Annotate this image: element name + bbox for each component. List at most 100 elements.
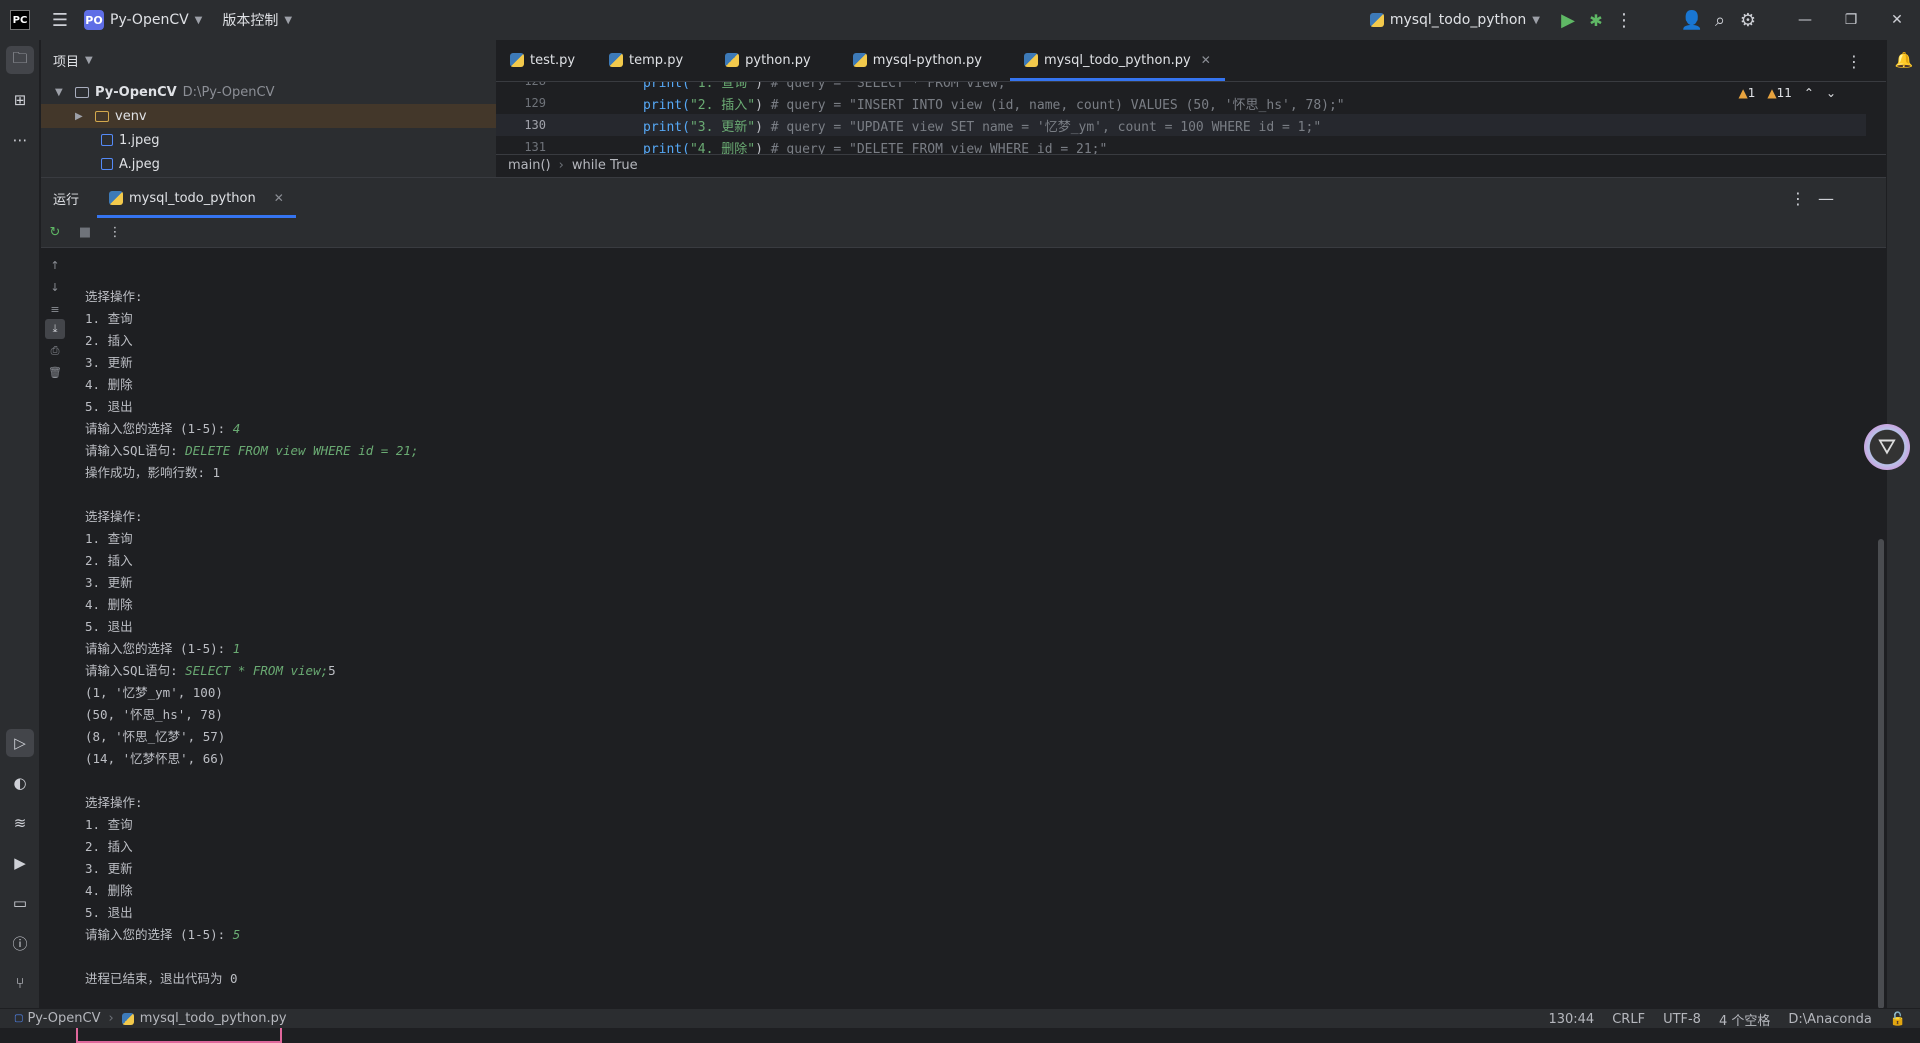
chevron-right-icon: ›: [558, 158, 564, 173]
project-tool-icon[interactable]: 🗀: [6, 46, 34, 74]
tab-temp-py[interactable]: temp.py: [595, 40, 697, 81]
status-interpreter[interactable]: D:\Anaconda: [1788, 1012, 1871, 1027]
breadcrumb-item[interactable]: while True: [572, 158, 638, 173]
python-console-icon[interactable]: ◐: [6, 769, 34, 797]
chevron-down-icon[interactable]: ⌄: [1826, 86, 1836, 100]
minimize-icon[interactable]: —: [1782, 6, 1828, 34]
console-line: 请输入您的选择 (1-5): 4: [85, 418, 1825, 440]
vcs-menu[interactable]: 版本控制 ▼: [222, 10, 292, 30]
python-file-icon: [510, 53, 524, 67]
project-panel-header[interactable]: 项目 ▼: [41, 40, 496, 80]
console-line: 请输入您的选择 (1-5): 5: [85, 924, 1825, 946]
project-square-icon: ▢: [14, 1013, 24, 1024]
run-icon[interactable]: ▶: [1554, 6, 1582, 34]
terminal-icon[interactable]: ▭: [6, 889, 34, 917]
status-bar: ▢ Py-OpenCV › mysql_todo_python.py 130:4…: [0, 1008, 1920, 1029]
console-text: 进程已结束，退出代码为 0: [85, 971, 238, 986]
hide-panel-icon[interactable]: —: [1818, 189, 1834, 208]
console-line: (8, '怀思_忆梦', 57): [85, 726, 1825, 748]
project-selector[interactable]: PO Py-OpenCV ▼: [84, 10, 202, 30]
scroll-to-end-icon[interactable]: ⤓: [45, 319, 65, 339]
tab-mysql-python-py[interactable]: mysql-python.py: [839, 40, 996, 81]
python-file-icon: [121, 1012, 134, 1025]
close-icon[interactable]: ✕: [1874, 6, 1920, 34]
console-line: (1, '忆梦_ym', 100): [85, 682, 1825, 704]
chevron-up-icon[interactable]: ⌃: [1804, 86, 1814, 100]
ai-assistant-icon[interactable]: ⛛: [1864, 424, 1910, 470]
soft-wrap-icon[interactable]: ≡: [45, 299, 65, 319]
inspection-widget[interactable]: ▲1 ▲11 ⌃ ⌄: [1738, 86, 1836, 100]
code-fn: print(: [643, 141, 690, 155]
run-toolbar-more-icon[interactable]: ⋮: [107, 225, 123, 240]
add-user-icon[interactable]: 👤: [1678, 6, 1706, 34]
tree-item-file[interactable]: A.jpeg: [41, 152, 496, 176]
print-icon[interactable]: ⎙: [45, 341, 65, 361]
run-more-icon[interactable]: ⋮: [1790, 189, 1806, 208]
run-config-selector[interactable]: mysql_todo_python ▼: [1369, 12, 1540, 28]
close-run-tab-icon[interactable]: ✕: [274, 191, 284, 205]
console-text: 3. 更新: [85, 355, 133, 370]
tree-item-file[interactable]: 1.jpeg: [41, 128, 496, 152]
editor: test.py temp.py python.py mysql-python.p…: [496, 40, 1886, 177]
rerun-icon[interactable]: ↻: [47, 225, 63, 240]
console-line: 5. 退出: [85, 616, 1825, 638]
status-file[interactable]: mysql_todo_python.py: [140, 1011, 287, 1026]
status-line-separator[interactable]: CRLF: [1612, 1012, 1645, 1027]
more-icon[interactable]: ⋮: [1610, 6, 1638, 34]
tab-mysql-todo-python-py[interactable]: mysql_todo_python.py ✕: [1009, 40, 1225, 81]
console-text: 4. 删除: [85, 883, 133, 898]
structure-tool-icon[interactable]: ⊞: [6, 86, 34, 114]
console-text: 2. 插入: [85, 333, 133, 348]
status-encoding[interactable]: UTF-8: [1663, 1012, 1701, 1027]
console-line: (14, '忆梦怀思', 66): [85, 748, 1825, 770]
run-tab[interactable]: mysql_todo_python ✕: [97, 178, 296, 218]
console-text: 请输入SQL语句:: [85, 443, 186, 458]
python-icon: [1369, 13, 1384, 27]
more-tools-icon[interactable]: ⋯: [6, 126, 34, 154]
console-scrollbar[interactable]: [1878, 539, 1884, 1009]
status-indent[interactable]: 4 个空格: [1719, 1010, 1770, 1029]
problems-icon[interactable]: ⓘ: [6, 929, 34, 957]
services-icon[interactable]: ▶: [6, 849, 34, 877]
console-line: 请输入SQL语句: SELECT * FROM view;5: [85, 660, 1825, 682]
console-text: (14, '忆梦怀思', 66): [85, 751, 226, 766]
console-line: 请输入您的选择 (1-5): 1: [85, 638, 1825, 660]
maximize-icon[interactable]: ❐: [1828, 6, 1874, 34]
run-tool-icon[interactable]: ▷: [6, 729, 34, 757]
console-text: 2. 插入: [85, 839, 133, 854]
tab-label: test.py: [530, 52, 576, 68]
python-file-icon: [725, 53, 740, 67]
settings-icon[interactable]: ⚙: [1734, 6, 1762, 34]
close-tab-icon[interactable]: ✕: [1201, 53, 1211, 67]
search-icon[interactable]: ⌕: [1706, 6, 1734, 34]
console-line: 1. 查询: [85, 308, 1825, 330]
layers-icon[interactable]: ≋: [6, 809, 34, 837]
status-project[interactable]: Py-OpenCV: [27, 1011, 100, 1026]
git-icon[interactable]: ⑂: [6, 969, 34, 997]
console-text: 请输入您的选择 (1-5):: [85, 927, 233, 942]
project-name: Py-OpenCV: [110, 12, 189, 28]
code-area[interactable]: 128 print("1. 查询") # query = "SELECT * F…: [496, 82, 1886, 154]
tabs-more-icon[interactable]: ⋮: [1846, 52, 1862, 71]
scroll-down-icon[interactable]: ↓: [45, 277, 65, 297]
run-toolbar: ↻ ■ ⋮: [41, 218, 1886, 248]
tab-python-py[interactable]: python.py: [711, 40, 825, 81]
notifications-icon[interactable]: 🔔: [1890, 46, 1918, 74]
lock-icon[interactable]: 🔓: [1890, 1012, 1906, 1027]
tab-test-py[interactable]: test.py: [496, 40, 589, 81]
editor-tabs: test.py temp.py python.py mysql-python.p…: [496, 40, 1886, 82]
clear-trash-icon[interactable]: 🗑: [45, 362, 65, 382]
tree-item-venv[interactable]: ▶ venv: [41, 104, 496, 128]
tree-root[interactable]: ▼ Py-OpenCV D:\Py-OpenCV: [41, 80, 496, 104]
scroll-up-icon[interactable]: ↑: [45, 255, 65, 275]
console-line: 3. 更新: [85, 352, 1825, 374]
console-line: 2. 插入: [85, 330, 1825, 352]
console-text: 5: [328, 663, 336, 678]
chevron-down-icon: ▼: [55, 86, 63, 98]
status-caret-position[interactable]: 130:44: [1548, 1012, 1594, 1027]
debug-icon[interactable]: ✱: [1582, 6, 1610, 34]
main-menu-icon[interactable]: ☰: [46, 6, 74, 34]
stop-icon[interactable]: ■: [77, 225, 93, 240]
breadcrumb-item[interactable]: main(): [508, 158, 551, 173]
console-output[interactable]: 选择操作: 1. 查询 2. 插入 3. 更新 4. 删除 5. 退出 请输入您的选择 (1…: [85, 264, 1825, 990]
